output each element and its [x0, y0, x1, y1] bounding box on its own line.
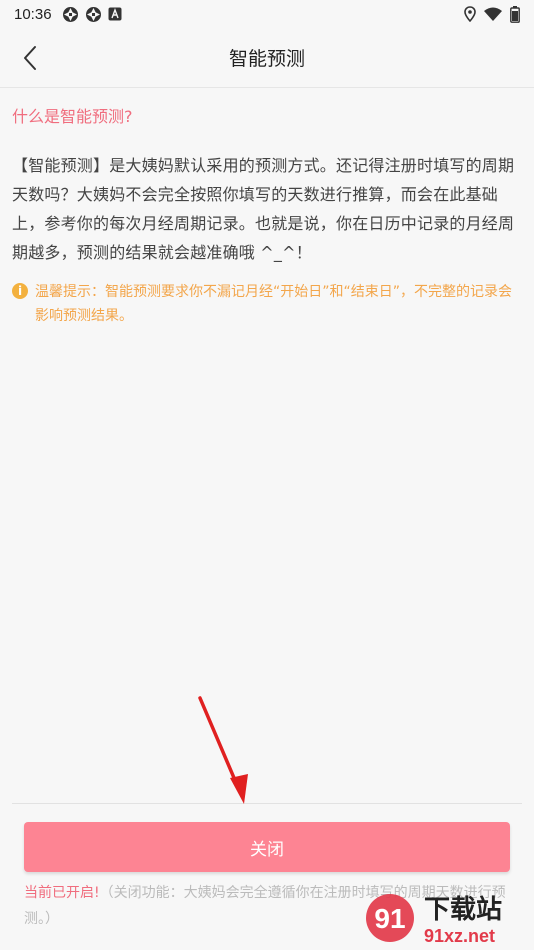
- header: 智能预测: [0, 28, 534, 88]
- divider: [12, 803, 522, 804]
- battery-icon: [510, 5, 520, 23]
- main-content: 什么是智能预测? 【智能预测】是大姨妈默认采用的预测方式。还记得注册时填写的周期…: [0, 89, 534, 804]
- status-bar: 10:36: [0, 0, 534, 28]
- aperture-icon: [62, 6, 78, 22]
- chevron-left-icon: [24, 46, 36, 70]
- red-arrow-annotation: [198, 696, 248, 804]
- status-notification-icons: [62, 6, 122, 23]
- location-icon: [464, 6, 476, 22]
- close-button[interactable]: 关闭: [24, 822, 510, 872]
- status-left: 10:36: [14, 6, 122, 23]
- watermark: 91 下载站 91xz.net: [362, 888, 532, 948]
- aperture-icon: [85, 6, 101, 22]
- status-time: 10:36: [14, 5, 52, 23]
- svg-text:91: 91: [374, 903, 405, 934]
- tip-text: 温馨提示：智能预测要求你不漏记月经“开始日”和“结束日”，不完整的记录会影响预测…: [35, 284, 513, 324]
- tip-row: i 温馨提示：智能预测要求你不漏记月经“开始日”和“结束日”，不完整的记录会影响…: [12, 280, 522, 328]
- back-button[interactable]: [14, 42, 46, 74]
- watermark-domain: 91xz.net: [424, 926, 495, 946]
- page-title: 智能预测: [228, 48, 305, 70]
- info-icon: i: [12, 283, 28, 299]
- a-badge-icon: [108, 7, 122, 21]
- watermark-brand: 下载站: [424, 895, 502, 925]
- description-text: 【智能预测】是大姨妈默认采用的预测方式。还记得注册时填写的周期天数吗？大姨妈不会…: [12, 156, 515, 262]
- status-right: [464, 5, 520, 23]
- wifi-icon: [484, 7, 502, 21]
- watermark-logo: 91 下载站 91xz.net: [366, 894, 502, 946]
- status-on-text: 当前已开启!: [24, 885, 100, 901]
- section-heading: 什么是智能预测?: [12, 107, 133, 126]
